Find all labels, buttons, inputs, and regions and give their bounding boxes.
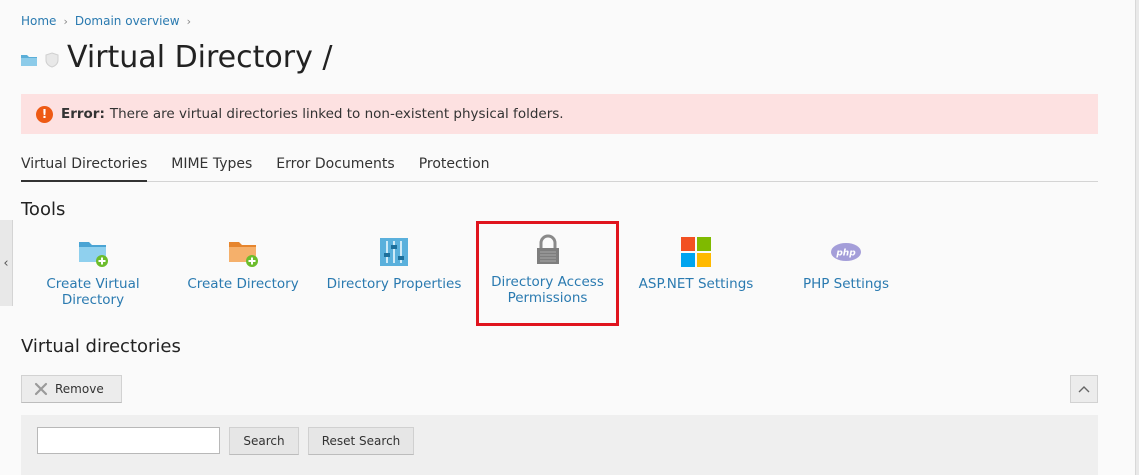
breadcrumb-home-link[interactable]: Home (21, 14, 56, 28)
breadcrumb: Home › Domain overview › (21, 14, 198, 28)
chevron-left-icon: ‹ (3, 255, 9, 271)
title-row: Virtual Directory / (21, 40, 332, 75)
search-button[interactable]: Search (229, 427, 299, 455)
tools-title: Tools (21, 199, 66, 220)
search-panel: Search Reset Search (21, 415, 1098, 475)
chevron-right-icon: › (186, 14, 192, 28)
tab-protection[interactable]: Protection (419, 150, 490, 182)
remove-x-icon (34, 382, 48, 396)
tab-virtual-directories[interactable]: Virtual Directories (21, 150, 148, 182)
error-icon: ! (36, 105, 53, 123)
tool-label-line1: ASP.NET Settings (638, 276, 754, 292)
shield-icon (45, 51, 59, 68)
folder-icon (21, 54, 37, 66)
tool-label-line1: Create Directory (187, 276, 299, 292)
collapse-button[interactable] (1070, 375, 1098, 403)
reset-search-button[interactable]: Reset Search (308, 427, 414, 455)
tool-label-line2: Directory (61, 292, 125, 308)
remove-button-label: Remove (55, 382, 104, 396)
svg-text:php: php (835, 249, 856, 259)
tool-label-line1: Create Virtual (46, 276, 140, 292)
aspnet-settings-tool[interactable]: ASP.NET Settings (633, 230, 759, 292)
virtual-directories-title: Virtual directories (21, 336, 181, 357)
tool-label-line1: Directory Properties (326, 276, 462, 292)
tools-panel: Create Virtual Directory Create Director… (21, 221, 921, 326)
breadcrumb-domain-overview-link[interactable]: Domain overview (75, 14, 180, 28)
php-settings-tool[interactable]: php PHP Settings (797, 230, 895, 292)
tab-error-documents[interactable]: Error Documents (276, 150, 394, 182)
right-scrollbar-edge (1135, 0, 1139, 475)
error-label: Error: (61, 106, 105, 122)
error-message: There are virtual directories linked to … (109, 106, 564, 122)
sidebar-toggle[interactable]: ‹ (0, 220, 13, 306)
tool-label-line1: PHP Settings (802, 276, 890, 292)
remove-button[interactable]: Remove (21, 375, 122, 403)
search-input[interactable] (37, 427, 220, 454)
directory-properties-tool[interactable]: Directory Properties (323, 230, 465, 292)
create-virtual-directory-tool[interactable]: Create Virtual Directory (39, 230, 147, 308)
tab-bar: Virtual Directories MIME Types Error Doc… (21, 150, 1098, 182)
windows-logo-icon (681, 237, 711, 267)
page-title: Virtual Directory / (67, 40, 333, 75)
chevron-right-icon: › (63, 14, 68, 28)
create-directory-tool[interactable]: Create Directory (181, 230, 305, 292)
folder-add-icon (79, 242, 108, 267)
folder-add-orange-icon (229, 242, 258, 267)
error-alert: ! Error: There are virtual directories l… (21, 94, 1098, 134)
properties-sliders-icon (380, 238, 408, 266)
tool-label-line2: Permissions (507, 290, 588, 306)
lock-icon (536, 234, 559, 264)
tool-label-line1: Directory Access (491, 274, 604, 290)
chevron-up-icon (1078, 386, 1090, 393)
directory-access-permissions-tool[interactable]: Directory Access Permissions (476, 221, 619, 326)
php-icon: php (831, 243, 861, 261)
tab-mime-types[interactable]: MIME Types (171, 150, 252, 182)
